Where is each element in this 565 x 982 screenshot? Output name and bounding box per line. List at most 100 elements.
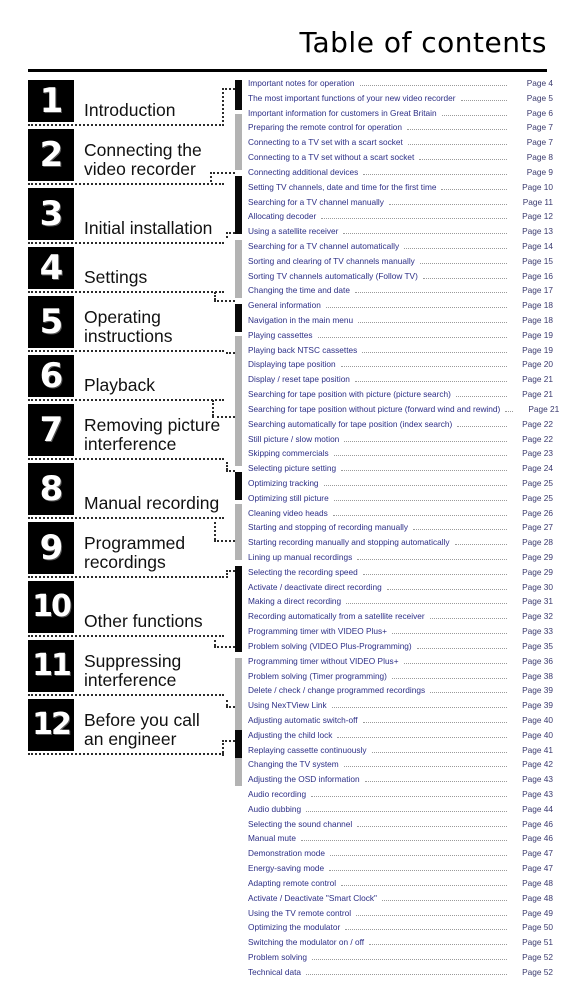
marker-bar-light: [235, 240, 242, 298]
toc-entry[interactable]: Using NexTView Link Page 39: [248, 700, 553, 715]
toc-entry[interactable]: Problem solving (Timer programming) Page …: [248, 671, 553, 686]
toc-entry-page-number: Page 42: [522, 759, 553, 770]
toc-entry[interactable]: Audio recording Page 43: [248, 789, 553, 804]
toc-entry[interactable]: Playing back NTSC cassettes Page 19: [248, 345, 553, 360]
toc-entry-page-number: Page 40: [522, 729, 553, 740]
toc-entry[interactable]: Lining up manual recordings Page 29: [248, 552, 553, 567]
toc-entry[interactable]: Adapting remote control Page 48: [248, 878, 553, 893]
toc-entry-page-number: Page 46: [522, 818, 553, 829]
toc-entry[interactable]: Searching for a TV channel manually Page …: [248, 197, 553, 212]
toc-entry-page-number: Page 8: [526, 152, 553, 163]
toc-entry[interactable]: Audio dubbing Page 44: [248, 804, 553, 819]
toc-entry[interactable]: Connecting to a TV set with a scart sock…: [248, 137, 553, 152]
toc-entry[interactable]: Display / reset tape position Page 21: [248, 374, 553, 389]
chapter-item-2[interactable]: 2 Connecting the video recorder: [28, 129, 224, 185]
toc-leader-dots: [441, 184, 507, 190]
toc-entry[interactable]: Problem solving Page 52: [248, 952, 553, 967]
toc-entry[interactable]: Changing the time and date Page 17: [248, 285, 553, 300]
toc-entry[interactable]: Programming timer without VIDEO Plus+ Pag…: [248, 656, 553, 671]
toc-entry-page-number: Page 35: [522, 640, 553, 651]
toc-entry[interactable]: Connecting additional devices Page 9: [248, 167, 553, 182]
toc-leader-dots: [329, 865, 507, 872]
toc-leader-dots: [413, 524, 507, 531]
toc-entry[interactable]: Manual mute Page 46: [248, 833, 553, 848]
toc-entry[interactable]: Adjusting the child lock Page 40: [248, 730, 553, 745]
chapter-item-4[interactable]: 4 Settings: [28, 247, 224, 293]
toc-entry[interactable]: Activate / deactivate direct recording Pa…: [248, 582, 553, 597]
toc-entry[interactable]: Problem solving (VIDEO Plus-Programming)…: [248, 641, 553, 656]
toc-entry[interactable]: Important notes for operation Page 4: [248, 78, 553, 93]
toc-entry[interactable]: General information Page 18: [248, 300, 553, 315]
toc-entry[interactable]: Making a direct recording Page 31: [248, 596, 553, 611]
chapter-item-6[interactable]: 6 Playback: [28, 355, 224, 401]
toc-leader-dots: [430, 687, 507, 694]
toc-entry[interactable]: Optimizing the modulator Page 50: [248, 922, 553, 937]
toc-entry-title: Display / reset tape position: [248, 374, 350, 385]
chapter-item-12[interactable]: 12 Before you call an engineer: [28, 699, 224, 755]
toc-entry[interactable]: Sorting TV channels automatically (Follo…: [248, 271, 553, 286]
toc-entry[interactable]: Recording automatically from a satellite…: [248, 611, 553, 626]
toc-entry[interactable]: Replaying cassette continuously Page 41: [248, 745, 553, 760]
toc-entry[interactable]: Using the TV remote control Page 49: [248, 908, 553, 923]
chapter-item-11[interactable]: 11 Suppressing interference: [28, 640, 224, 696]
chapter-item-1[interactable]: 1 Introduction: [28, 80, 224, 126]
toc-entry[interactable]: Selecting the sound channel Page 46: [248, 819, 553, 834]
toc-entry[interactable]: Optimizing still picture Page 25: [248, 493, 553, 508]
toc-entry[interactable]: Starting and stopping of recording manua…: [248, 522, 553, 537]
toc-entry[interactable]: Selecting the recording speed Page 29: [248, 567, 553, 582]
chapter-label: Before you call an engineer: [84, 709, 200, 750]
toc-entry[interactable]: Important information for customers in G…: [248, 108, 553, 123]
toc-entry-title: Adapting remote control: [248, 877, 337, 888]
toc-entry[interactable]: Demonstration mode Page 47: [248, 848, 553, 863]
toc-entry[interactable]: Navigation in the main menu Page 18: [248, 315, 553, 330]
toc-entry-page-number: Page 38: [522, 670, 553, 681]
chapter-item-8[interactable]: 8 Manual recording: [28, 463, 224, 519]
toc-entry[interactable]: The most important functions of your new…: [248, 93, 553, 108]
toc-entry[interactable]: Sorting and clearing of TV channels manu…: [248, 256, 553, 271]
toc-entry[interactable]: Adjusting automatic switch-off Page 40: [248, 715, 553, 730]
chapter-item-5[interactable]: 5 Operating instructions: [28, 296, 224, 352]
toc-entry[interactable]: Playing cassettes Page 19: [248, 330, 553, 345]
toc-entry[interactable]: Cleaning video heads Page 26: [248, 508, 553, 523]
chapter-item-9[interactable]: 9 Programmed recordings: [28, 522, 224, 578]
toc-entry-page-number: Page 49: [522, 907, 553, 918]
toc-leader-dots: [407, 139, 507, 146]
toc-entry-page-number: Page 36: [522, 655, 553, 666]
chapter-number-badge: 8: [28, 463, 74, 515]
toc-entry[interactable]: Displaying tape position Page 20: [248, 359, 553, 374]
toc-entry[interactable]: Still picture / slow motion Page 22: [248, 434, 553, 449]
toc-entry[interactable]: Adjusting the OSD information Page 43: [248, 774, 553, 789]
toc-entry-page-number: Page 23: [522, 448, 553, 459]
chapter-item-10[interactable]: 10 Other functions: [28, 581, 224, 637]
toc-entry[interactable]: Allocating decoder Page 12: [248, 211, 553, 226]
toc-entry[interactable]: Changing the TV system Page 42: [248, 759, 553, 774]
toc-entry[interactable]: Switching the modulator on / off Page 51: [248, 937, 553, 952]
toc-entry[interactable]: Searching for tape position without pict…: [248, 404, 559, 419]
toc-entry[interactable]: Connecting to a TV set without a scart s…: [248, 152, 553, 167]
toc-entry[interactable]: Searching for tape position with picture…: [248, 389, 553, 404]
toc-entry[interactable]: Using a satellite receiver Page 13: [248, 226, 553, 241]
chapter-item-3[interactable]: 3 Initial installation: [28, 188, 224, 244]
toc-entry[interactable]: Skipping commercials Page 23: [248, 448, 553, 463]
toc-entry-page-number: Page 4: [526, 78, 553, 88]
toc-entry-title: Connecting to a TV set with a scart sock…: [248, 137, 403, 148]
toc-entry[interactable]: Preparing the remote control for operati…: [248, 122, 553, 137]
toc-entry-page-number: Page 19: [522, 344, 553, 355]
toc-entry-title: Adjusting the OSD information: [248, 774, 360, 785]
toc-entry[interactable]: Selecting picture setting Page 24: [248, 463, 553, 478]
toc-leader-dots: [391, 673, 507, 679]
toc-leader-dots: [455, 391, 507, 398]
toc-entry[interactable]: Starting recording manually and stopping…: [248, 537, 553, 552]
toc-entry[interactable]: Activate / Deactivate "Smart Clock" Page …: [248, 893, 553, 908]
toc-entry[interactable]: Searching for a TV channel automatically…: [248, 241, 553, 256]
toc-entry[interactable]: Programming timer with VIDEO Plus+ Page 3…: [248, 626, 553, 641]
toc-entry[interactable]: Delete / check / change programmed recor…: [248, 685, 553, 700]
chapter-item-7[interactable]: 7 Removing picture interference: [28, 404, 224, 460]
toc-entry[interactable]: Technical data Page 52: [248, 967, 553, 982]
toc-entry[interactable]: Setting TV channels, date and time for t…: [248, 182, 553, 197]
toc-entry[interactable]: Searching automatically for tape positio…: [248, 419, 553, 434]
toc-leader-dots: [359, 80, 507, 86]
toc-entry[interactable]: Optimizing tracking Page 25: [248, 478, 553, 493]
toc-entry[interactable]: Energy-saving mode Page 47: [248, 863, 553, 878]
toc-leader-dots: [312, 954, 507, 960]
